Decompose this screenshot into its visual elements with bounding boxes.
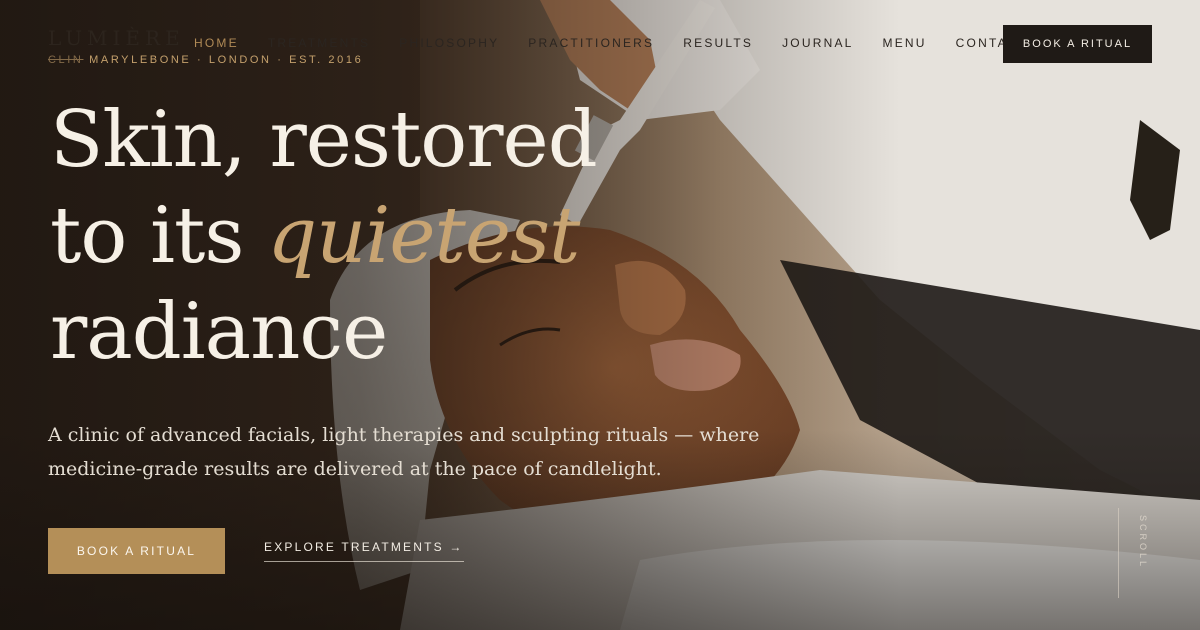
headline-accent: quietest xyxy=(267,191,580,281)
nav-item-home[interactable]: HOME xyxy=(194,36,239,50)
nav-item-menu[interactable]: MENU xyxy=(883,36,927,50)
nav-item-treatments[interactable]: TREATMENTS xyxy=(268,36,370,50)
headline-line-2: to its quietest xyxy=(50,188,597,284)
brand-logo[interactable]: LUMIÈRE CLIN MARYLEBONE · LONDON · EST. … xyxy=(48,26,361,66)
book-ritual-button[interactable]: BOOK A RITUAL xyxy=(48,528,225,574)
nav-item-practitioners[interactable]: PRACTITIONERS xyxy=(528,36,654,50)
header-book-button[interactable]: BOOK A RITUAL xyxy=(1003,25,1152,63)
nav-item-philosophy[interactable]: PHILOSOPHY xyxy=(399,36,499,50)
nav-item-journal[interactable]: JOURNAL xyxy=(782,36,853,50)
nav-item-results[interactable]: RESULTS xyxy=(683,36,753,50)
headline-line-1: Skin, restored xyxy=(50,95,598,185)
headline-line-3: radiance xyxy=(50,287,388,377)
hero-section: LUMIÈRE CLIN MARYLEBONE · LONDON · EST. … xyxy=(0,0,1200,630)
brand-tagline: CLIN MARYLEBONE · LONDON · EST. 2016 xyxy=(48,54,363,66)
headline-line-2-prefix: to its xyxy=(50,191,268,281)
scroll-indicator-line xyxy=(1118,508,1119,598)
brand-name: LUMIÈRE xyxy=(48,26,185,50)
brand-tagline-struck: CLIN xyxy=(48,54,84,66)
explore-treatments-link[interactable]: EXPLORE TREATMENTS → xyxy=(264,540,464,562)
main-nav: HOME TREATMENTS PHILOSOPHY PRACTITIONERS… xyxy=(194,36,1057,50)
hero-headline: Skin, restored to its quietest radiance xyxy=(50,92,598,380)
brand-tagline-text: MARYLEBONE · LONDON · EST. 2016 xyxy=(89,54,364,66)
hero-lede: A clinic of advanced facials, light ther… xyxy=(48,424,760,480)
scroll-label[interactable]: SCROLL xyxy=(1138,515,1148,569)
